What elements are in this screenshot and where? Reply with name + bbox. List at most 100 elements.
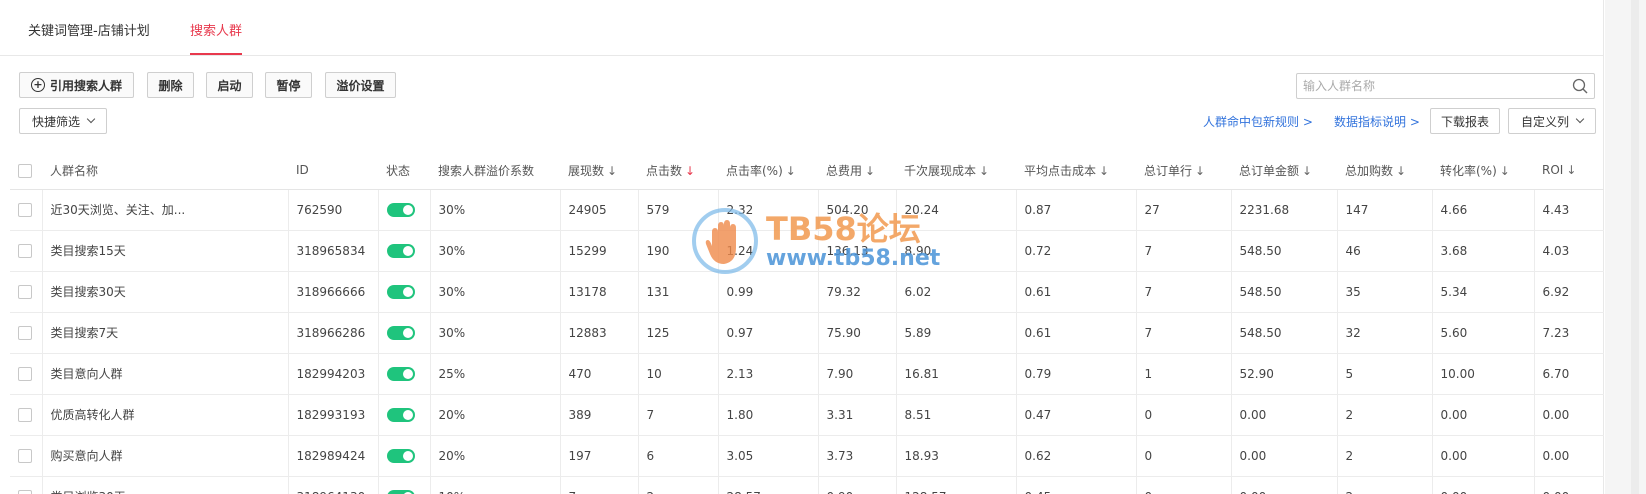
cell-id: 318966286 [288,312,379,354]
premium-settings-button[interactable]: 溢价设置 [325,72,396,98]
status-toggle[interactable] [386,489,415,494]
header-cpm[interactable]: 千次展现成本 ↓ [896,152,1016,190]
quick-filter-label: 快捷筛选 [31,114,80,129]
table-row[interactable]: 类目意向人群 182994203 25% 470 10 2.13 7.90 16.81 0.79… [10,353,1604,395]
sort-arrow-icon[interactable]: ↓ [786,164,796,178]
row-select-cell [10,189,43,231]
sort-arrow-icon[interactable]: ↓ [1396,164,1406,178]
header-carts[interactable]: 总加购数 ↓ [1337,152,1432,190]
status-toggle[interactable] [386,407,415,422]
cell-order-amount: 2231.68 [1231,189,1338,231]
quick-filter-dropdown[interactable]: 快捷筛选 [19,108,107,134]
cite-crowd-button[interactable]: + 引用搜索人群 [19,72,134,98]
header-cpm-label: 千次展现成本 [904,163,977,178]
sort-arrow-icon[interactable]: ↓ [1302,164,1312,178]
cell-clicks: 2 [638,476,719,494]
cell-carts: 5 [1337,353,1433,395]
tab-search-crowd[interactable]: 搜索人群 [190,20,243,55]
status-toggle[interactable] [386,325,415,340]
header-order-amount[interactable]: 总订单金额 ↓ [1231,152,1337,190]
cell-cpm: 16.81 [896,353,1017,395]
cell-roi: 6.70 [1534,353,1604,395]
row-checkbox[interactable] [18,407,32,422]
tab-bar: 关键词管理-店铺计划 搜索人群 [0,0,1604,56]
cell-roi: 0.00 [1534,394,1604,436]
cell-orders: 0 [1136,435,1232,477]
cell-cost: 3.73 [818,435,897,477]
row-checkbox[interactable] [18,489,32,494]
download-report-button[interactable]: 下载报表 [1430,108,1500,134]
table-row[interactable]: 购买意向人群 182989424 20% 197 6 3.05 3.73 18.93 0.62 0… [10,435,1604,477]
row-checkbox[interactable] [18,448,32,463]
cell-orders: 0 [1136,476,1232,494]
cell-status [378,312,431,354]
header-orders[interactable]: 总订单行 ↓ [1136,152,1231,190]
sort-arrow-icon[interactable]: ↓ [1099,164,1109,178]
cell-ctr: 0.97 [718,312,819,354]
table-row[interactable]: 近30天浏览、关注、加... 762590 30% 24905 579 2.32 504.2… [10,189,1604,231]
cell-cpm: 5.89 [896,312,1017,354]
header-cvr[interactable]: 转化率(%) ↓ [1432,152,1534,190]
status-toggle[interactable] [386,284,415,299]
select-all-checkbox[interactable] [18,163,32,178]
row-checkbox[interactable] [18,202,32,217]
cell-status [378,394,431,436]
cell-cost: 79.32 [818,271,897,313]
table-row[interactable]: 类目搜索7天 318966286 30% 12883 125 0.97 75.90 5.89 0… [10,312,1604,354]
sort-arrow-icon[interactable]: ↓ [1195,164,1205,178]
table-row[interactable]: 类目搜索30天 318966666 30% 13178 131 0.99 79.32 6.02… [10,271,1604,313]
status-toggle[interactable] [386,448,415,463]
cell-id: 318965834 [288,230,379,272]
status-toggle[interactable] [386,243,415,258]
cell-clicks: 7 [638,394,719,436]
table-row[interactable]: 类目搜索15天 318965834 30% 15299 190 1.24 136.13 8.9… [10,230,1604,272]
sort-arrow-icon[interactable]: ↓ [1566,163,1576,177]
cell-cvr: 5.60 [1432,312,1535,354]
cell-cpm: 8.90 [896,230,1017,272]
metric-desc-link[interactable]: 数据指标说明 > [1334,113,1420,130]
cell-cost: 7.90 [818,353,897,395]
header-clicks[interactable]: 点击数 ↓ [638,152,718,190]
sort-arrow-icon[interactable]: ↓ [865,164,875,178]
custom-columns-dropdown[interactable]: 自定义列 [1508,108,1596,134]
cell-clicks: 10 [638,353,719,395]
cell-impressions: 197 [560,435,639,477]
row-checkbox[interactable] [18,243,32,258]
new-rule-link[interactable]: 人群命中包新规则 > [1203,113,1313,130]
row-checkbox[interactable] [18,366,32,381]
tab-keyword-management[interactable]: 关键词管理-店铺计划 [28,20,150,53]
cell-carts: 147 [1337,189,1433,231]
sort-arrow-icon[interactable]: ↓ [607,164,617,178]
row-checkbox[interactable] [18,325,32,340]
search-icon[interactable] [1572,78,1588,94]
sort-arrow-active-icon[interactable]: ↓ [685,164,695,178]
cell-name: 类目浏览30天 [42,476,289,494]
cell-cvr: 5.34 [1432,271,1535,313]
cell-id: 182989424 [288,435,379,477]
delete-button[interactable]: 删除 [147,72,194,98]
row-checkbox[interactable] [18,284,32,299]
status-toggle[interactable] [386,202,415,217]
header-cpc[interactable]: 平均点击成本 ↓ [1016,152,1136,190]
cell-clicks: 6 [638,435,719,477]
start-button[interactable]: 启动 [206,72,253,98]
cell-roi: 0.00 [1534,435,1604,477]
cell-cost: 136.13 [818,230,897,272]
cell-status [378,230,431,272]
header-roi[interactable]: ROI ↓ [1534,152,1604,190]
cell-cpc: 0.47 [1016,394,1137,436]
pause-button[interactable]: 暂停 [265,72,312,98]
crowd-search-input[interactable] [1303,74,1563,98]
cell-cost: 75.90 [818,312,897,354]
header-ctr[interactable]: 点击率(%) ↓ [718,152,818,190]
header-impressions[interactable]: 展现数 ↓ [560,152,638,190]
cell-impressions: 7 [560,476,639,494]
table-row[interactable]: 优质高转化人群 182993193 20% 389 7 1.80 3.31 8.51 0.47 0… [10,394,1604,436]
header-cvr-label: 转化率(%) [1440,163,1497,178]
table-row[interactable]: 类目浏览30天31896413010%7228.570.90128.570.45… [10,476,1604,494]
sort-arrow-icon[interactable]: ↓ [979,164,989,178]
scrollbar-track[interactable] [1631,0,1639,494]
status-toggle[interactable] [386,366,415,381]
header-cost[interactable]: 总费用 ↓ [818,152,896,190]
sort-arrow-icon[interactable]: ↓ [1500,164,1510,178]
